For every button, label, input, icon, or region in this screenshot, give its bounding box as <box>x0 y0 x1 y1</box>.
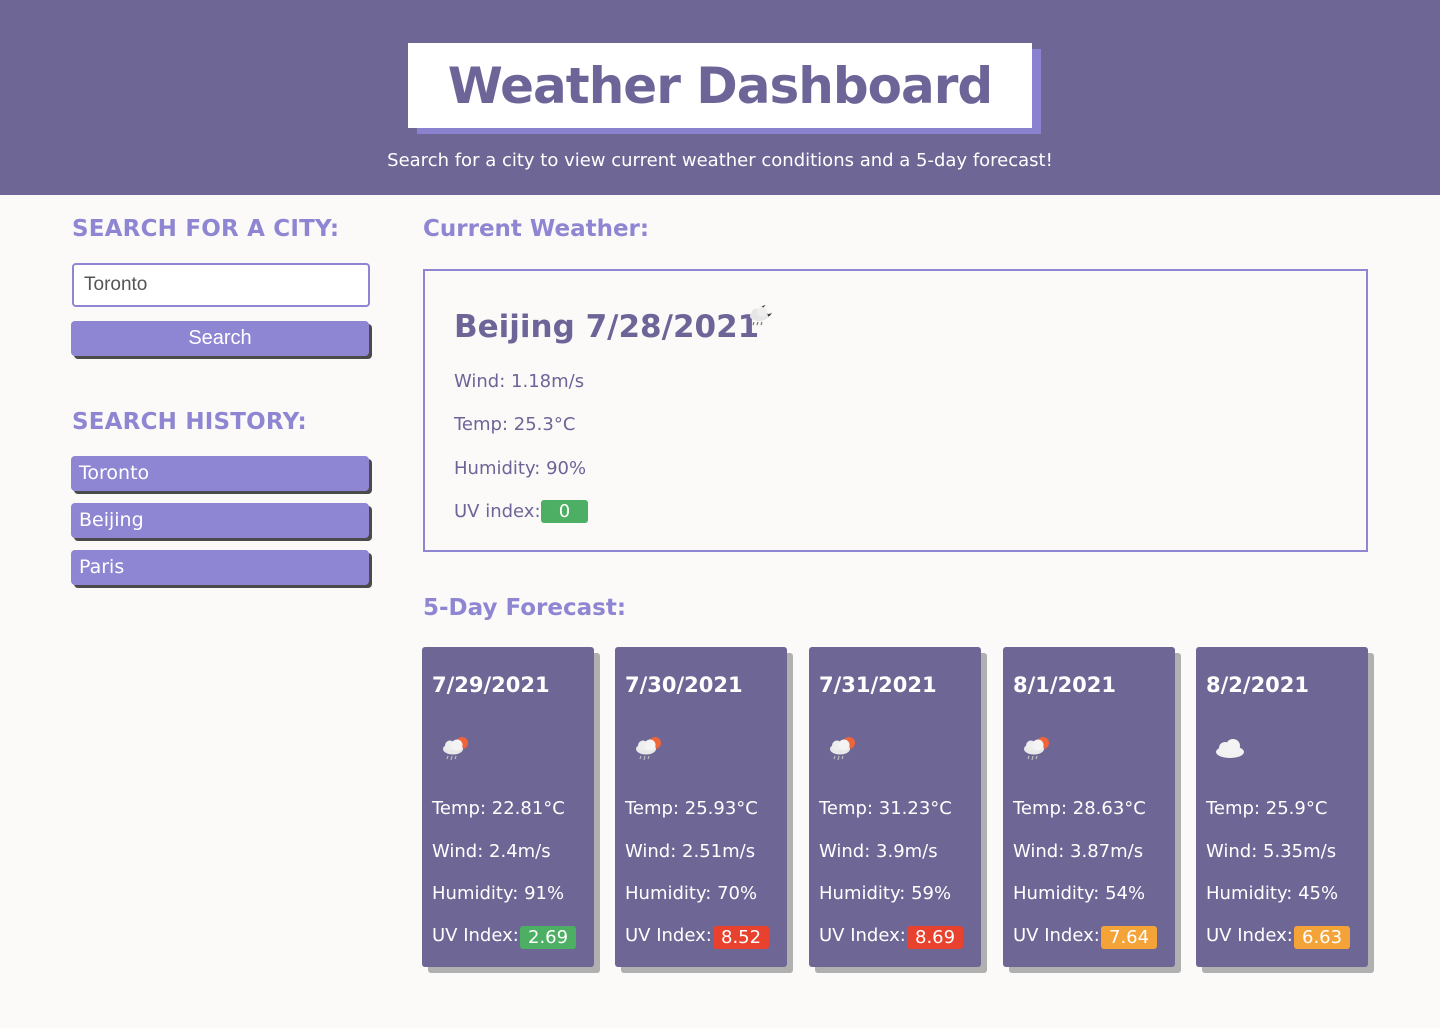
forecast-uv-badge: 2.69 <box>520 926 577 949</box>
sun-rain-icon <box>825 733 861 763</box>
forecast-uv-label: UV Index: <box>625 925 712 946</box>
current-wind: Wind: 1.18m/s <box>454 371 585 392</box>
current-city-date: Beijing 7/28/2021 <box>454 309 760 345</box>
current-weather-heading: Current Weather: <box>423 216 650 242</box>
history-item-toronto[interactable]: Toronto <box>71 456 369 491</box>
forecast-card: 8/1/2021 Temp: 28.63°C Wind: 3.87m/s Humidi… <box>1003 647 1175 967</box>
forecast-humidity: Humidity: 70% <box>625 883 758 904</box>
page-subtitle: Search for a city to view current weathe… <box>387 150 1053 171</box>
forecast-temp: Temp: 25.9°C <box>1206 798 1328 819</box>
history-item-paris[interactable]: Paris <box>71 550 369 585</box>
history-heading: SEARCH HISTORY: <box>72 409 307 435</box>
forecast-card: 7/31/2021 Temp: 31.23°C Wind: 3.9m/s Humidi… <box>809 647 981 967</box>
forecast-date: 8/1/2021 <box>1013 673 1117 697</box>
sun-rain-icon <box>1019 733 1055 763</box>
current-uv-label: UV index: <box>454 501 541 522</box>
current-temp: Temp: 25.3°C <box>454 414 576 435</box>
forecast-date: 7/29/2021 <box>432 673 550 697</box>
sun-rain-icon <box>438 733 474 763</box>
page-header: Weather Dashboard Search for a city to v… <box>0 0 1440 195</box>
current-uv-badge: 0 <box>541 500 588 523</box>
sun-rain-icon <box>631 733 667 763</box>
current-weather-panel: Beijing 7/28/2021 Wind: 1.18m/s Temp: 25… <box>423 269 1368 552</box>
forecast-humidity: Humidity: 59% <box>819 883 952 904</box>
forecast-card: 7/30/2021 Temp: 25.93°C Wind: 2.51m/s Humid… <box>615 647 787 967</box>
forecast-card: 8/2/2021 Temp: 25.9°C Wind: 5.35m/s Humidit… <box>1196 647 1368 967</box>
forecast-uv-label: UV Index: <box>432 925 519 946</box>
forecast-wind: Wind: 2.51m/s <box>625 841 756 862</box>
title-box: Weather Dashboard <box>408 43 1032 128</box>
forecast-humidity: Humidity: 54% <box>1013 883 1146 904</box>
forecast-temp: Temp: 28.63°C <box>1013 798 1146 819</box>
forecast-row: 7/29/2021 Temp: 22.81°C Wind: 2.4m/s Humidi… <box>422 647 1372 972</box>
forecast-temp: Temp: 25.93°C <box>625 798 758 819</box>
forecast-wind: Wind: 5.35m/s <box>1206 841 1337 862</box>
night-rain-icon <box>743 299 777 333</box>
page-title: Weather Dashboard <box>447 56 993 115</box>
history-item-beijing[interactable]: Beijing <box>71 503 369 538</box>
forecast-temp: Temp: 22.81°C <box>432 798 565 819</box>
search-button[interactable]: Search <box>71 321 369 356</box>
forecast-date: 7/31/2021 <box>819 673 937 697</box>
forecast-uv-label: UV Index: <box>1013 925 1100 946</box>
forecast-uv-badge: 8.69 <box>907 926 964 949</box>
forecast-heading: 5-Day Forecast: <box>423 595 627 621</box>
forecast-card: 7/29/2021 Temp: 22.81°C Wind: 2.4m/s Humidi… <box>422 647 594 967</box>
forecast-uv-badge: 7.64 <box>1101 926 1158 949</box>
forecast-wind: Wind: 2.4m/s <box>432 841 551 862</box>
forecast-humidity: Humidity: 91% <box>432 883 565 904</box>
forecast-uv-badge: 6.63 <box>1294 926 1351 949</box>
cloud-icon <box>1212 733 1248 763</box>
forecast-date: 7/30/2021 <box>625 673 743 697</box>
city-search-input[interactable] <box>72 263 370 307</box>
search-heading: SEARCH FOR A CITY: <box>72 216 340 242</box>
forecast-uv-badge: 8.52 <box>713 926 770 949</box>
forecast-wind: Wind: 3.9m/s <box>819 841 938 862</box>
forecast-uv-label: UV Index: <box>819 925 906 946</box>
current-humidity: Humidity: 90% <box>454 458 587 479</box>
forecast-uv-label: UV Index: <box>1206 925 1293 946</box>
forecast-wind: Wind: 3.87m/s <box>1013 841 1144 862</box>
forecast-temp: Temp: 31.23°C <box>819 798 952 819</box>
forecast-date: 8/2/2021 <box>1206 673 1310 697</box>
search-history-list: Toronto Beijing Paris <box>71 456 369 597</box>
forecast-humidity: Humidity: 45% <box>1206 883 1339 904</box>
